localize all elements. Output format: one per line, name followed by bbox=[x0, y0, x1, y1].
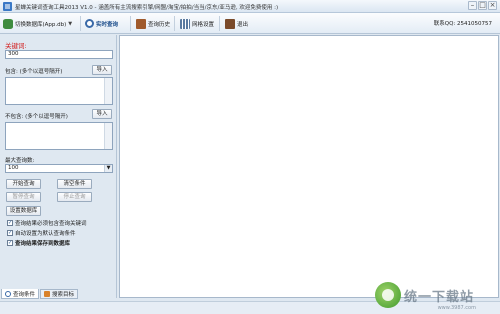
contact-qq: 联系QQ: 2541050757 bbox=[433, 21, 492, 27]
watermark-brand: 统一下载站 bbox=[403, 289, 474, 305]
query-history-label: 查询历史 bbox=[148, 21, 171, 28]
search-icon bbox=[5, 290, 11, 297]
exit-button[interactable]: 退出 bbox=[225, 16, 248, 31]
exclude-textarea[interactable] bbox=[5, 122, 113, 150]
keyword-input[interactable]: 300 bbox=[5, 50, 113, 59]
tab-query-conditions[interactable]: 查询条件 bbox=[1, 289, 40, 299]
watermark-logo-icon bbox=[374, 282, 401, 308]
window-title: 星蝉关键词查询工具2013 V1.0 - 涵盖所有主流搜索引擎/网盟/淘宝/拍拍… bbox=[15, 5, 279, 11]
switch-database-label: 切换数据库(App.db) bbox=[15, 21, 67, 28]
tab-label: 搜索目标 bbox=[52, 292, 75, 298]
search-icon bbox=[85, 19, 94, 28]
app-icon bbox=[3, 2, 12, 11]
toolbar: 切换数据库(App.db) ▼ 实时查询 查询历史 网格设置 退出 bbox=[0, 13, 500, 34]
checkbox-label: 自动设置为默认查询条件 bbox=[15, 231, 76, 237]
max-query-select[interactable]: 100 ▼ bbox=[5, 164, 113, 173]
start-query-button[interactable]: 开始查询 bbox=[6, 179, 41, 189]
grid-settings-icon bbox=[180, 18, 190, 29]
switch-database-button[interactable]: 切换数据库(App.db) ▼ bbox=[3, 16, 72, 31]
realtime-query-label: 实时查询 bbox=[96, 21, 119, 28]
stop-query-button[interactable]: 停止查询 bbox=[57, 192, 92, 202]
checkbox[interactable]: ✓ bbox=[7, 240, 13, 246]
tab-label: 查询条件 bbox=[13, 291, 36, 298]
window-controls: – □ × bbox=[468, 1, 497, 10]
grid-settings-label: 网格设置 bbox=[192, 21, 215, 28]
checkbox-label: 查询结果保存到数据库 bbox=[15, 241, 71, 247]
keyword-label: 关键词: bbox=[5, 42, 27, 50]
grid-settings-button[interactable]: 网格设置 bbox=[180, 16, 214, 31]
checkbox-save-to-db[interactable]: ✓ 查询结果保存到数据库 bbox=[7, 239, 70, 247]
query-history-button[interactable]: 查询历史 bbox=[136, 16, 170, 31]
database-icon bbox=[3, 18, 13, 29]
tab-search-targets[interactable]: 搜索目标 bbox=[40, 289, 79, 299]
history-book-icon bbox=[136, 18, 146, 29]
realtime-query-button[interactable]: 实时查询 bbox=[85, 16, 118, 31]
exit-label: 退出 bbox=[237, 21, 249, 28]
checkbox-label: 查询结果必须包含查询关键词 bbox=[15, 221, 87, 227]
minimize-button[interactable]: – bbox=[468, 1, 477, 10]
maximize-button[interactable]: □ bbox=[478, 1, 487, 10]
clear-conditions-button[interactable]: 清空条件 bbox=[57, 179, 92, 189]
checkbox-must-contain[interactable]: ✓ 查询结果必须包含查询关键词 bbox=[7, 219, 87, 227]
database-settings-button[interactable]: 设置数据库 bbox=[6, 206, 41, 216]
max-query-value: 100 bbox=[8, 165, 19, 171]
chevron-down-icon: ▼ bbox=[68, 20, 73, 27]
checkbox-default-conditions[interactable]: ✓ 自动设置为默认查询条件 bbox=[7, 229, 76, 237]
results-area[interactable] bbox=[119, 35, 499, 298]
checkbox[interactable]: ✓ bbox=[7, 220, 13, 226]
exit-icon bbox=[225, 18, 235, 29]
watermark-url: www.3987.com bbox=[437, 305, 476, 311]
include-textarea[interactable] bbox=[5, 77, 113, 105]
query-conditions-panel: 关键词: 300 包含: (多个以逗号隔开) 导入 不包含: (多个以逗号隔开)… bbox=[1, 35, 117, 298]
include-import-button[interactable]: 导入 bbox=[92, 65, 112, 75]
exclude-import-button[interactable]: 导入 bbox=[92, 109, 112, 119]
chevron-down-icon: ▼ bbox=[104, 165, 112, 172]
include-label: 包含: (多个以逗号隔开) bbox=[5, 69, 63, 75]
exclude-label: 不包含: (多个以逗号隔开) bbox=[5, 114, 68, 120]
target-icon bbox=[44, 291, 51, 297]
checkbox[interactable]: ✓ bbox=[7, 230, 13, 236]
max-query-label: 最大查询数: bbox=[5, 158, 35, 164]
pause-query-button[interactable]: 暂停查询 bbox=[6, 192, 41, 202]
close-button[interactable]: × bbox=[488, 1, 497, 10]
panel-tabs: 查询条件 搜索目标 bbox=[1, 289, 117, 300]
title-bar: 星蝉关键词查询工具2013 V1.0 - 涵盖所有主流搜索引擎/网盟/淘宝/拍拍… bbox=[0, 0, 500, 13]
